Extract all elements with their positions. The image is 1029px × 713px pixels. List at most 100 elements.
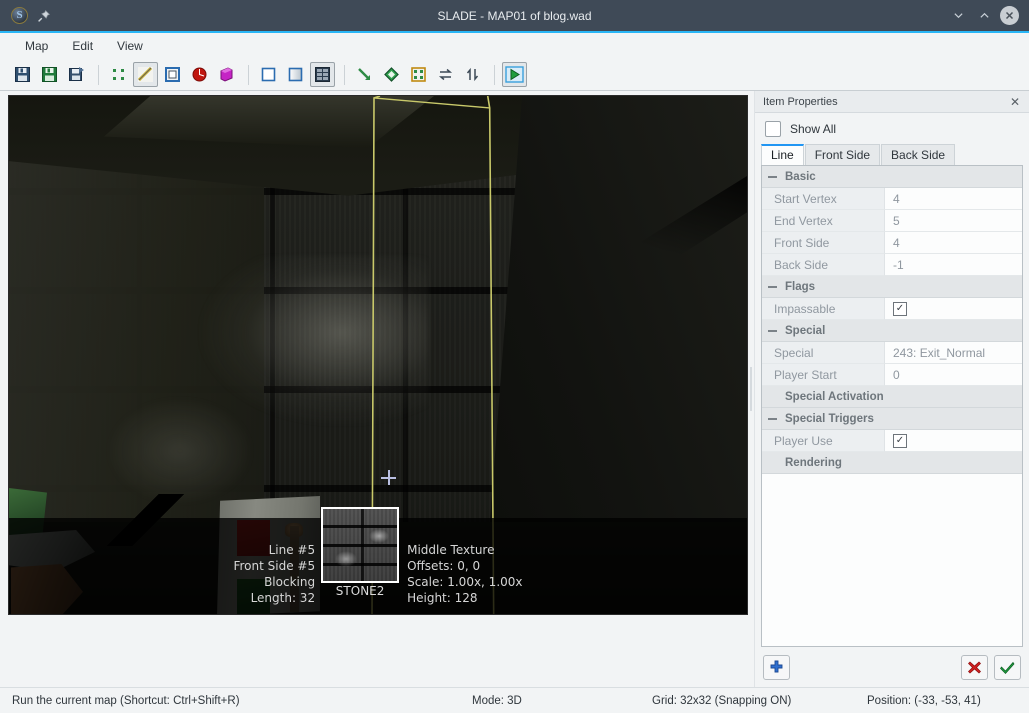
menu-edit[interactable]: Edit [61,36,104,56]
draw-lines-icon[interactable] [352,62,377,87]
show-all-row[interactable]: Show All [755,113,1029,144]
sectors-mode-icon[interactable] [160,62,185,87]
minimize-button[interactable] [948,6,968,26]
collapse-icon[interactable] [768,417,777,420]
apply-button[interactable] [994,654,1021,680]
title-bar: S SLADE - MAP01 of blog.wad [0,0,1029,33]
save-all-icon[interactable] [37,62,62,87]
title-bar-left: S [0,7,51,24]
row-value-back-side[interactable]: -1 [885,254,1022,276]
maximize-button[interactable] [974,6,994,26]
checkmark-icon[interactable]: ✓ [893,301,907,316]
property-category-row[interactable]: Special Activation [762,386,1022,408]
table-row[interactable]: Player Use ✓ [762,430,1022,452]
texture-specular-2 [335,551,358,567]
category-special[interactable]: Special [762,320,1022,342]
table-row[interactable]: Back Side -1 [762,254,1022,276]
3d-mode-icon[interactable] [214,62,239,87]
tool-bar [0,59,1029,91]
lines-mode-icon[interactable] [133,62,158,87]
table-row[interactable]: Impassable ✓ [762,298,1022,320]
tab-back-side[interactable]: Back Side [881,144,956,165]
run-map-icon[interactable] [502,62,527,87]
mirror-horizontal-icon[interactable] [433,62,458,87]
tab-front-side[interactable]: Front Side [804,144,881,165]
things-mode-icon[interactable] [187,62,212,87]
category-label: Flags [785,280,816,293]
property-category-row[interactable]: Special Triggers [762,408,1022,430]
status-mode: Mode: 3D [472,694,522,707]
collapse-icon[interactable] [768,329,777,332]
category-label: Special Triggers [785,412,874,425]
show-all-checkbox[interactable] [765,121,781,137]
table-row[interactable]: Front Side 4 [762,232,1022,254]
property-category-row[interactable]: Special [762,320,1022,342]
toolbar-separator [344,64,345,85]
category-special-triggers[interactable]: Special Triggers [762,408,1022,430]
splitter-grip[interactable] [750,367,752,411]
item-properties-header: Item Properties ✕ [755,91,1029,113]
row-value-front-side[interactable]: 4 [885,232,1022,254]
save-as-icon[interactable] [64,62,89,87]
info-front-side-id: Front Side #5 [233,559,316,573]
texture-name-label: STONE2 [335,584,385,598]
scene-light-patch-secondary [105,396,255,506]
table-row[interactable]: Start Vertex 4 [762,188,1022,210]
property-category-row[interactable]: Basic [762,166,1022,188]
info-texture-slot: Middle Texture [407,543,495,557]
row-value-special[interactable]: 243: Exit_Normal [885,342,1022,364]
row-value-impassable[interactable]: ✓ [885,298,1022,320]
cancel-button[interactable] [961,654,988,680]
panel-splitter[interactable] [748,91,754,687]
menu-bar: Map Edit View [0,33,1029,59]
property-category-row[interactable]: Rendering [762,452,1022,474]
table-row[interactable]: Player Start 0 [762,364,1022,386]
checkmark-icon[interactable]: ✓ [893,433,907,448]
info-length: Length: 32 [250,591,316,605]
tab-line[interactable]: Line [761,144,804,165]
texture-preview: STONE2 [321,507,400,598]
viewport-container: Line #5 Front Side #5 Blocking Length: 3… [0,91,748,687]
property-grid[interactable]: Basic Start Vertex 4 End Vertex 5 Front … [761,165,1023,647]
property-tabs: Line Front Side Back Side [755,144,1029,165]
row-value-player-start[interactable]: 0 [885,364,1022,386]
fade-icon[interactable] [283,62,308,87]
menu-map[interactable]: Map [14,36,59,56]
pin-icon[interactable] [37,9,51,23]
info-right-column: Middle Texture Offsets: 0, 0 Scale: 1.00… [399,542,522,610]
row-value-start-vertex[interactable]: 4 [885,188,1022,210]
texture-view-icon[interactable] [310,62,335,87]
category-special-activation[interactable]: Special Activation [762,386,1022,408]
draw-shape-icon[interactable] [379,62,404,87]
toolbar-separator [98,64,99,85]
item-properties-panel: Item Properties ✕ Show All Line Front Si… [754,91,1029,687]
mirror-vertical-icon[interactable] [460,62,485,87]
table-row[interactable]: End Vertex 5 [762,210,1022,232]
texture-specular-1 [369,529,390,543]
collapse-icon[interactable] [768,285,777,288]
category-label: Basic [785,170,816,183]
row-value-player-use[interactable]: ✓ [885,430,1022,452]
map-3d-viewport[interactable]: Line #5 Front Side #5 Blocking Length: 3… [8,95,748,615]
row-key: Player Use [762,430,885,452]
vertices-mode-icon[interactable] [106,62,131,87]
row-key: Player Start [762,364,885,386]
slade-app-window: S SLADE - MAP01 of blog.wad Map Edit Vie… [0,0,1029,713]
add-property-button[interactable] [763,654,790,680]
row-value-end-vertex[interactable]: 5 [885,210,1022,232]
close-icon[interactable]: ✕ [1007,94,1023,110]
main-area: Line #5 Front Side #5 Blocking Length: 3… [0,91,1029,687]
status-position: Position: (-33, -53, 41) [867,694,981,707]
edit-objects-icon[interactable] [406,62,431,87]
table-row[interactable]: Special 243: Exit_Normal [762,342,1022,364]
collapse-icon[interactable] [768,175,777,178]
menu-view[interactable]: View [106,36,154,56]
info-left-column: Line #5 Front Side #5 Blocking Length: 3… [233,542,321,610]
save-icon[interactable] [10,62,35,87]
show-all-icon[interactable] [256,62,281,87]
property-category-row[interactable]: Flags [762,276,1022,298]
close-button[interactable] [1000,6,1019,25]
category-basic[interactable]: Basic [762,166,1022,188]
category-flags[interactable]: Flags [762,276,1022,298]
category-rendering[interactable]: Rendering [762,452,1022,474]
